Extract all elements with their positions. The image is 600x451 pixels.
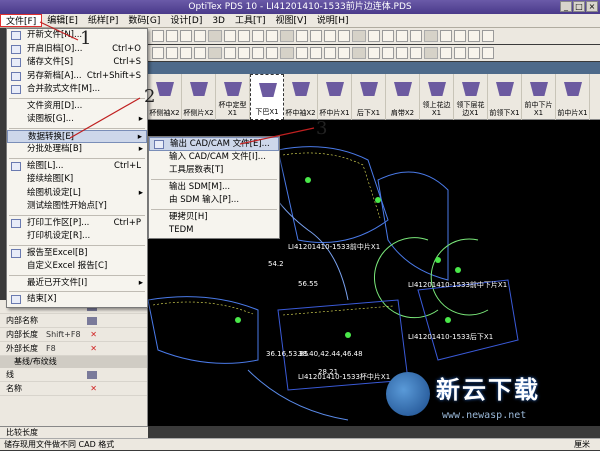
callout-1: 1 — [80, 28, 92, 49]
watermark: 新云下载 www.newasp.net — [382, 368, 592, 430]
watermark-brand: 新云下载 — [436, 376, 540, 404]
watermark-logo-icon — [386, 372, 430, 416]
watermark-url: www.newasp.net — [442, 410, 527, 421]
callout-2: 2 — [144, 86, 156, 107]
callout-3: 3 — [316, 118, 328, 139]
